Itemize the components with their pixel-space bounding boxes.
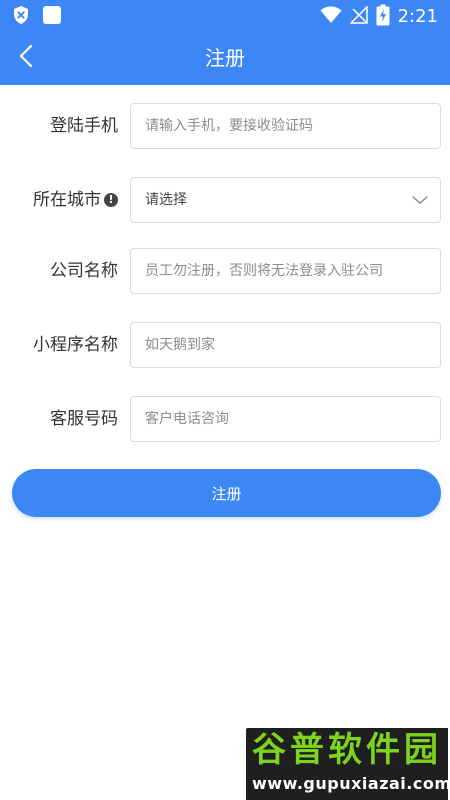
miniapp-label-text: 小程序名称 [33, 335, 118, 355]
form-row-city: 所在城市 ! 请选择 [0, 177, 450, 223]
city-label: 所在城市 ! [33, 177, 118, 223]
phone-label: 登陆手机 [50, 103, 118, 149]
page-title: 注册 [205, 46, 245, 70]
app-square-icon [42, 5, 62, 29]
battery-charging-icon [376, 4, 390, 30]
service-phone-input[interactable] [130, 396, 441, 442]
watermark-url: www.gupuxiazai.com [252, 774, 450, 793]
form-row-company: 公司名称 [0, 248, 450, 294]
city-select-value: 请选择 [145, 192, 187, 208]
shield-icon [12, 5, 30, 29]
miniapp-label: 小程序名称 [33, 322, 118, 368]
service-label-text: 客服号码 [50, 409, 118, 429]
miniapp-input[interactable] [130, 322, 441, 368]
phone-label-text: 登陆手机 [50, 116, 118, 136]
status-time: 2:21 [397, 6, 438, 27]
city-select[interactable]: 请选择 [130, 177, 441, 223]
company-label: 公司名称 [50, 248, 118, 294]
register-button[interactable]: 注册 [12, 469, 441, 517]
form-row-service: 客服号码 [0, 396, 450, 442]
company-label-text: 公司名称 [50, 261, 118, 281]
app-header: 2:21 注册 [0, 0, 450, 85]
phone-input[interactable] [130, 103, 441, 149]
city-label-text: 所在城市 [33, 190, 101, 210]
register-button-label: 注册 [211, 484, 242, 503]
wifi-icon [320, 6, 342, 28]
watermark-logo: 谷普软件园 www.gupuxiazai.com [246, 728, 450, 800]
form-row-miniapp: 小程序名称 [0, 322, 450, 368]
form-row-phone: 登陆手机 [0, 103, 450, 149]
no-signal-icon [348, 5, 368, 28]
nav-bar: 注册 [0, 32, 450, 85]
watermark-title: 谷普软件园 [252, 730, 442, 770]
chevron-down-icon [412, 192, 428, 208]
info-circle-icon[interactable]: ! [104, 193, 118, 207]
status-bar: 2:21 [0, 0, 450, 32]
company-input[interactable] [130, 248, 441, 294]
service-label: 客服号码 [50, 396, 118, 442]
